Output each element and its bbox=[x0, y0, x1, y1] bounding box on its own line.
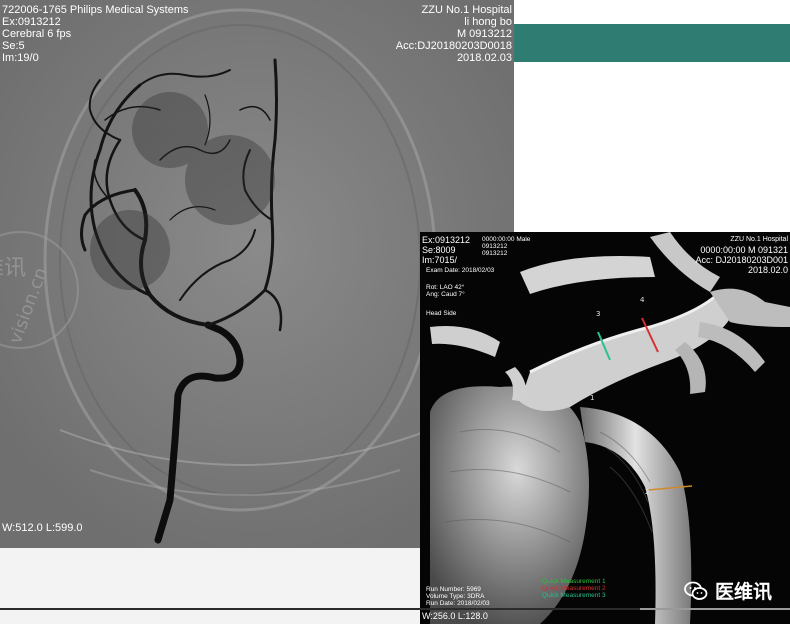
dob-sex: 0000:00:00 Male bbox=[482, 236, 531, 243]
marker-2: 2 bbox=[645, 488, 649, 496]
teal-header-band bbox=[514, 24, 790, 62]
patient-id-small: 0913212 bbox=[482, 243, 508, 250]
run-date: Run Date: 2018/02/03 bbox=[426, 600, 490, 607]
left-top-right-overlay: ZZU No.1 Hospital li hong bo M 0913212 A… bbox=[396, 4, 512, 64]
right-patient-small: 0000:00:00 Male 0913212 0913212 bbox=[482, 236, 530, 257]
exam-date: Exam Date: 2018/02/03 bbox=[426, 267, 495, 274]
marker-3: 3 bbox=[596, 310, 600, 318]
series-number: Se:5 bbox=[2, 40, 25, 52]
patient-id-small-2: 0913212 bbox=[482, 250, 508, 257]
protocol-label: Cerebral 6 fps bbox=[2, 28, 72, 40]
series-3d: Se:8009 bbox=[422, 245, 456, 255]
right-top-right-overlay: ZZU No.1 Hospital 0000:00:00 M 091321 Ac… bbox=[695, 235, 788, 275]
3d-reconstruction-view[interactable]: 3 4 1 2 Ex:0913212 Se:8009 Im:7015/ 0000… bbox=[420, 232, 790, 624]
image-number: Im:19/0 bbox=[2, 52, 39, 64]
run-number: Run Number: 5969 bbox=[426, 586, 481, 593]
exam-id-3d: Ex:0913212 bbox=[422, 235, 471, 245]
measurement-3: Quick Measurement 3 bbox=[542, 592, 606, 599]
exam-id: Ex:0913212 bbox=[2, 16, 61, 28]
patient-3d: 0000:00:00 M 091321 bbox=[700, 245, 788, 255]
progress-track[interactable] bbox=[640, 608, 790, 610]
wechat-badge: 医维讯 bbox=[683, 577, 772, 604]
accession-number: Acc:DJ20180203D0018 bbox=[395, 40, 512, 52]
watermark-cn: 维讯 bbox=[0, 256, 26, 281]
left-top-left-overlay: 722006-1765 Philips Medical Systems Ex:0… bbox=[2, 4, 189, 64]
study-date: 2018.02.03 bbox=[456, 52, 512, 64]
patient-name: li hong bo bbox=[464, 16, 512, 28]
rot-value: Rot: LAO 42° bbox=[426, 284, 465, 291]
measurement-legend: Quick Measurement 1 Quick Measurement 2 … bbox=[542, 578, 606, 599]
volume-type: Volume Type: 3DRA bbox=[426, 593, 485, 600]
background-strip bbox=[0, 548, 420, 624]
hospital-3d: ZZU No.1 Hospital bbox=[730, 236, 788, 243]
right-window-level: W:256.0 L:128.0 bbox=[422, 611, 488, 621]
patient-id: M 0913212 bbox=[456, 28, 512, 40]
marker-4: 4 bbox=[640, 296, 645, 304]
run-info: Run Number: 5969 Volume Type: 3DRA Run D… bbox=[426, 586, 490, 607]
badge-text: 医维讯 bbox=[714, 582, 772, 603]
measurement-1: Quick Measurement 1 bbox=[542, 578, 606, 585]
3d-vessel-render: 3 4 1 2 bbox=[420, 232, 790, 624]
image-3d: Im:7015/ bbox=[422, 255, 458, 265]
head-side-label: Head Side bbox=[426, 310, 457, 317]
hospital-name: ZZU No.1 Hospital bbox=[421, 4, 512, 16]
marker-1: 1 bbox=[590, 394, 594, 402]
system-label: 722006-1765 Philips Medical Systems bbox=[2, 4, 189, 16]
wechat-icon bbox=[684, 581, 708, 600]
ang-value: Ang: Caud 7° bbox=[426, 291, 465, 298]
accession-3d: Acc: DJ20180203D001 bbox=[695, 255, 788, 265]
date-3d: 2018.02.0 bbox=[747, 265, 788, 275]
rotation-info: Rot: LAO 42° Ang: Caud 7° bbox=[426, 284, 465, 298]
left-window-level: W:512.0 L:599.0 bbox=[2, 522, 83, 534]
measurement-2: Quick Measurement 2 bbox=[542, 585, 606, 592]
right-top-left-overlay: Ex:0913212 Se:8009 Im:7015/ bbox=[422, 235, 470, 265]
progress-played[interactable] bbox=[0, 608, 640, 610]
